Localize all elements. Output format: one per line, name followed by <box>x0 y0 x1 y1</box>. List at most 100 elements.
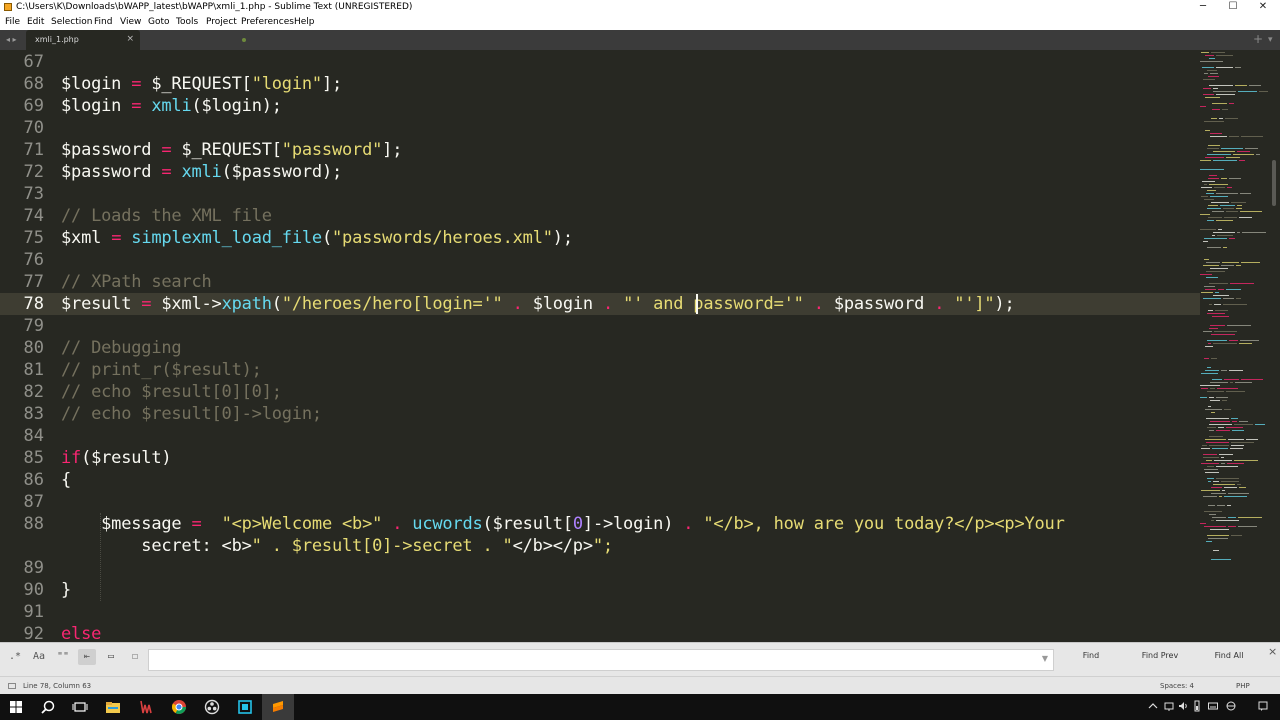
task-view-icon[interactable] <box>64 694 96 720</box>
maximize-button[interactable]: ☐ <box>1218 0 1248 14</box>
minimap-stroke <box>1249 85 1261 86</box>
minimap-stroke <box>1227 463 1244 464</box>
menu-view[interactable]: View <box>120 14 141 30</box>
minimap-stroke <box>1208 76 1219 77</box>
menu-help[interactable]: Help <box>294 14 315 30</box>
find-prev-button[interactable]: Find Prev <box>1130 648 1190 664</box>
code-line: // echo $result[0][0]; <box>61 382 282 402</box>
indentation-status[interactable]: Spaces: 4 <box>1160 677 1194 695</box>
minimap-stroke <box>1223 298 1234 299</box>
menu-selection[interactable]: Selection <box>51 14 92 30</box>
minimap-stroke <box>1207 247 1221 248</box>
find-all-button[interactable]: Find All <box>1200 648 1258 664</box>
case-sensitive-toggle[interactable]: Aa <box>30 649 48 665</box>
menu-goto[interactable]: Goto <box>148 14 170 30</box>
find-history-dropdown-icon[interactable]: ▼ <box>1042 654 1048 663</box>
search-icon[interactable] <box>32 694 64 720</box>
sublime-text-icon[interactable] <box>262 694 294 720</box>
new-tab-icon[interactable]: + <box>1253 32 1263 46</box>
in-selection-toggle[interactable]: ▭ <box>102 649 120 665</box>
minimap-stroke <box>1210 382 1228 383</box>
notepad-icon[interactable] <box>130 694 162 720</box>
minimap-stroke <box>1207 478 1214 479</box>
highlight-matches-toggle[interactable]: ☐ <box>126 649 144 665</box>
tab-nav-arrows-icon[interactable]: ◂ ▸ <box>6 34 17 46</box>
minimap-stroke <box>1231 202 1246 203</box>
wrap-toggle[interactable]: ⇤ <box>78 649 96 665</box>
regex-toggle[interactable]: .* <box>6 649 24 665</box>
chrome-icon[interactable] <box>163 694 195 720</box>
minimap-stroke <box>1229 178 1241 179</box>
minimap-stroke <box>1224 409 1231 410</box>
vertical-scrollbar[interactable] <box>1272 160 1276 206</box>
minimap-stroke <box>1201 463 1219 464</box>
line-number: 74 <box>23 206 44 226</box>
code-editor[interactable]: 67 68 69 70 71 72 73 74 75 76 77 78 79 80 81 82 83 84 85 86… <box>0 50 1280 642</box>
minimap-stroke <box>1241 136 1263 137</box>
close-find-panel-icon[interactable]: × <box>1268 645 1277 658</box>
chevron-up-icon[interactable] <box>1148 700 1158 712</box>
whole-word-toggle[interactable]: "" <box>54 649 72 665</box>
minimap-stroke <box>1212 517 1226 518</box>
minimap-stroke <box>1203 454 1217 455</box>
minimap-stroke <box>1203 496 1217 497</box>
minimap-stroke <box>1208 505 1215 506</box>
notification-icon[interactable] <box>1258 700 1268 712</box>
minimap-stroke <box>1200 274 1212 275</box>
minimap-stroke <box>1209 304 1212 305</box>
line-number: 78 <box>23 294 44 314</box>
cursor-position: Line 78, Column 63 <box>23 682 92 690</box>
obs-icon[interactable] <box>196 694 228 720</box>
find-button[interactable]: Find <box>1066 648 1116 664</box>
keyboard-icon[interactable] <box>1208 700 1218 712</box>
syntax-status[interactable]: PHP <box>1236 677 1250 695</box>
network-icon[interactable] <box>1164 700 1174 712</box>
windows-start-icon[interactable] <box>0 694 32 720</box>
minimap-stroke <box>1204 73 1208 74</box>
minimap-stroke <box>1210 388 1215 389</box>
minimap-stroke <box>1224 379 1239 380</box>
menu-tools[interactable]: Tools <box>176 14 198 30</box>
minimize-button[interactable]: ─ <box>1188 0 1218 14</box>
code-line: // XPath search <box>61 272 212 292</box>
line-number: 71 <box>23 140 44 160</box>
status-bar: Line 78, Column 63 Spaces: 4 PHP <box>0 676 1280 695</box>
line-number: 90 <box>23 580 44 600</box>
menu-preferences[interactable]: Preferences <box>241 14 294 30</box>
close-window-button[interactable]: ✕ <box>1248 0 1278 14</box>
minimap-stroke <box>1212 379 1222 380</box>
volume-icon[interactable] <box>1178 700 1188 712</box>
minimap-stroke <box>1204 121 1224 122</box>
minimap-stroke <box>1205 439 1226 440</box>
file-explorer-icon[interactable] <box>97 694 129 720</box>
files-icon[interactable] <box>229 694 261 720</box>
minimap[interactable] <box>1198 50 1270 570</box>
minimap-stroke <box>1225 118 1238 119</box>
language-icon[interactable] <box>1226 700 1236 712</box>
minimap-stroke <box>1229 136 1239 137</box>
find-input[interactable]: ▼ <box>148 649 1054 671</box>
minimap-stroke <box>1211 520 1214 521</box>
tab-list-icon[interactable]: ▾ <box>1268 34 1273 46</box>
minimap-stroke <box>1205 97 1220 98</box>
minimap-stroke <box>1205 409 1222 410</box>
menu-file[interactable]: File <box>5 14 20 30</box>
minimap-stroke <box>1228 526 1236 527</box>
battery-icon[interactable] <box>1192 700 1202 712</box>
line-number: 86 <box>23 470 44 490</box>
menu-project[interactable]: Project <box>206 14 237 30</box>
code-line: if($result) <box>61 448 172 468</box>
menu-find[interactable]: Find <box>94 14 112 30</box>
minimap-stroke <box>1204 469 1218 470</box>
tab-close-icon[interactable]: × <box>126 34 134 44</box>
minimap-stroke <box>1206 442 1229 443</box>
minimap-stroke <box>1200 385 1220 386</box>
minimap-stroke <box>1226 391 1245 392</box>
minimap-stroke <box>1222 490 1225 491</box>
menu-edit[interactable]: Edit <box>27 14 44 30</box>
minimap-stroke <box>1208 406 1211 407</box>
minimap-stroke <box>1203 331 1212 332</box>
panel-toggle-icon[interactable] <box>8 683 16 689</box>
tab-xmli-1-php[interactable]: xmli_1.php × <box>26 30 140 50</box>
minimap-stroke <box>1213 343 1237 344</box>
